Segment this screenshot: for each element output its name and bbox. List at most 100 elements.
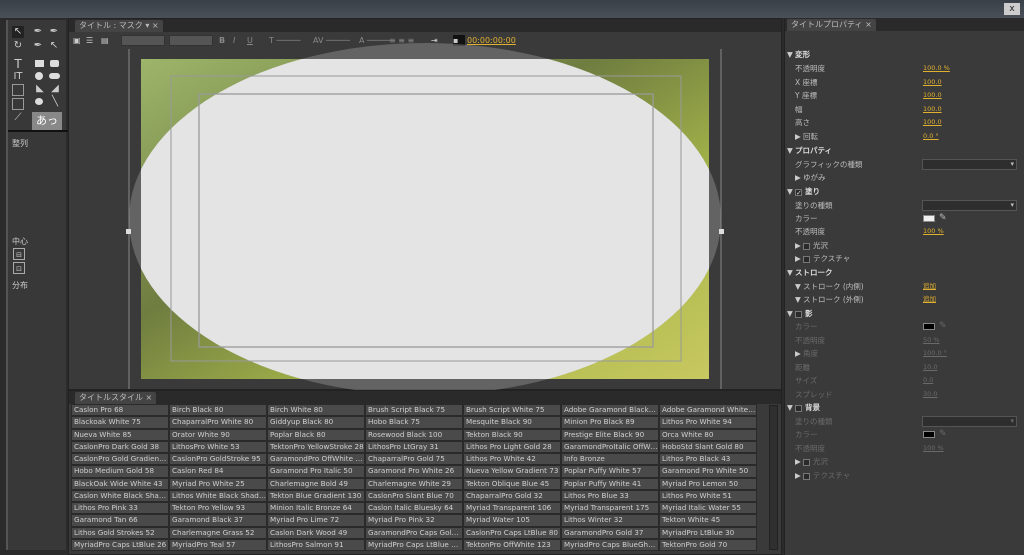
style-swatch[interactable]: MyriadPro Caps BlueGhos... — [561, 538, 659, 551]
style-swatch[interactable]: Garamond Tan 66 — [71, 514, 169, 527]
property-value[interactable]: 100.0 ° — [923, 347, 947, 360]
style-swatch[interactable]: Brush Script White 75 — [463, 404, 561, 417]
color-swatch[interactable] — [923, 323, 935, 330]
center-vertical-icon[interactable]: ⊡ — [13, 262, 25, 274]
style-swatch[interactable]: CaslonPro GoldStroke 95 — [169, 453, 267, 466]
resize-handle-right[interactable] — [719, 229, 724, 234]
property-value[interactable]: 100.0 — [923, 116, 942, 129]
style-swatch[interactable]: Myriad Pro Pink 32 — [365, 514, 463, 527]
expand-right-icon[interactable]: ▶ — [795, 171, 803, 184]
ellipse-tool-icon[interactable] — [35, 72, 43, 80]
style-swatch[interactable]: Nueva Yellow Gradient 73 — [463, 465, 561, 478]
color-swatch[interactable] — [923, 431, 935, 438]
style-swatch[interactable]: Caslon White Black Shado... — [71, 489, 169, 502]
rounded-rectangle-tool-icon[interactable] — [50, 60, 59, 67]
style-swatch[interactable]: Lithos Pro Pink 33 — [71, 502, 169, 515]
expand-down-icon[interactable]: ▼ — [795, 293, 803, 306]
style-swatch[interactable]: Hobo Medium Gold 58 — [71, 465, 169, 478]
rounded-corner-tool-icon[interactable] — [49, 73, 60, 79]
style-swatch[interactable]: Lithos Gold Strokes 52 — [71, 526, 169, 539]
style-swatch[interactable]: Tekton Black 90 — [463, 428, 561, 441]
style-swatch[interactable]: ChaparralPro Gold 32 — [463, 489, 561, 502]
style-swatch[interactable]: Garamond Pro White 26 — [365, 465, 463, 478]
vertical-text-tool-icon[interactable]: IT — [12, 71, 24, 83]
style-swatch[interactable]: Myriad Pro Lemon 50 — [659, 477, 757, 490]
expand-right-icon[interactable]: ▶ — [795, 239, 803, 252]
style-swatch[interactable]: HoboStd Slant Gold 80 — [659, 440, 757, 453]
vertical-area-text-icon[interactable] — [12, 98, 24, 110]
tab-title-properties[interactable]: タイトルプロパティ × — [787, 19, 876, 31]
style-swatch[interactable]: Charlemagne Grass 52 — [169, 526, 267, 539]
style-swatch[interactable]: CaslonPro Gold Gradient ... — [71, 453, 169, 466]
rectangle-tool-icon[interactable] — [35, 60, 44, 67]
checkbox[interactable]: ✓ — [795, 188, 802, 196]
style-swatch[interactable]: CaslonPro Caps LtBlue 80 — [463, 526, 561, 539]
style-swatch[interactable]: Lithos Pro White 51 — [659, 489, 757, 502]
style-swatch[interactable]: Birch Black 80 — [169, 404, 267, 417]
style-swatch[interactable]: Garamond Pro Italic 50 — [267, 465, 365, 478]
style-swatch[interactable]: Myriad Pro Lime 72 — [267, 514, 365, 527]
style-swatch[interactable]: Lithos Pro White 94 — [659, 416, 757, 429]
style-swatch[interactable]: GaramondPro OffWhite 28 — [267, 453, 365, 466]
style-swatch[interactable]: Birch White 80 — [267, 404, 365, 417]
style-swatch[interactable]: Caslon Pro 68 — [71, 404, 169, 417]
checkbox[interactable] — [803, 458, 810, 466]
style-swatch[interactable]: Minion Italic Bronze 64 — [267, 502, 365, 515]
property-value[interactable]: 追加 — [923, 280, 936, 293]
dropdown-select[interactable]: ▾ — [922, 159, 1017, 170]
expand-down-icon[interactable]: ▼ — [787, 185, 795, 198]
property-value[interactable]: 100.0 % — [923, 62, 950, 75]
style-swatch[interactable]: Lithos Pro Blue 33 — [561, 489, 659, 502]
style-swatch[interactable]: MyriadPro LtBlue 30 — [659, 526, 757, 539]
area-text-tool-icon[interactable] — [12, 84, 24, 96]
expand-right-icon[interactable]: ▶ — [795, 252, 803, 265]
checkbox[interactable] — [803, 255, 810, 263]
property-value[interactable]: 0.0 ° — [923, 130, 939, 143]
expand-down-icon[interactable]: ▼ — [787, 401, 795, 414]
style-swatch[interactable]: Adobe Garamond White 90 — [659, 404, 757, 417]
style-swatch[interactable]: Adobe Garamond Black 90 — [561, 404, 659, 417]
resize-handle-left[interactable] — [126, 229, 131, 234]
rotation-tool-icon[interactable]: ↻ — [12, 40, 24, 52]
style-swatch[interactable]: Nueva White 85 — [71, 428, 169, 441]
eyedropper-icon[interactable]: ✎ — [939, 428, 947, 441]
style-swatch[interactable]: Brush Script Black 75 — [365, 404, 463, 417]
ellipse-small-tool-icon[interactable] — [35, 98, 43, 105]
style-swatch[interactable]: Tekton Blue Gradient 130 — [267, 489, 365, 502]
style-swatch[interactable]: Caslon Italic Bluesky 64 — [365, 502, 463, 515]
expand-down-icon[interactable]: ▼ — [787, 307, 795, 320]
style-swatch[interactable]: Giddyup Black 80 — [267, 416, 365, 429]
style-swatch[interactable]: BlackOak Wide White 43 — [71, 477, 169, 490]
style-swatch[interactable]: ChaparralPro Gold 75 — [365, 453, 463, 466]
style-swatch[interactable]: Charlemagne White 29 — [365, 477, 463, 490]
style-swatch[interactable]: Minion Pro Black 89 — [561, 416, 659, 429]
style-swatch[interactable]: Myriad Italic Water 55 — [659, 502, 757, 515]
checkbox[interactable] — [795, 310, 802, 318]
style-swatch[interactable]: LithosPro LtGray 31 — [365, 440, 463, 453]
checkbox[interactable] — [795, 404, 802, 412]
property-value[interactable]: 100 % — [923, 225, 944, 238]
style-swatch[interactable]: MyriadPro Teal 57 — [169, 538, 267, 551]
style-swatch[interactable]: Lithos Pro White 42 — [463, 453, 561, 466]
style-swatch[interactable]: Myriad Transparent 175 — [561, 502, 659, 515]
style-swatch[interactable]: ChaparralPro White 80 — [169, 416, 267, 429]
tab-title-styles[interactable]: タイトルスタイル × — [75, 392, 157, 404]
style-swatch[interactable]: Caslon Red 84 — [169, 465, 267, 478]
arc-tool-icon[interactable]: ◢ — [49, 83, 61, 95]
style-swatch[interactable]: CaslonPro Slant Blue 70 — [365, 489, 463, 502]
property-value[interactable]: 追加 — [923, 293, 936, 306]
expand-right-icon[interactable]: ▶ — [795, 455, 803, 468]
style-swatch[interactable]: Lithos Pro Light Gold 28 — [463, 440, 561, 453]
style-swatch[interactable]: GaramondPro Gold 37 — [561, 526, 659, 539]
style-swatch[interactable]: Rosewood Black 100 — [365, 428, 463, 441]
property-value[interactable]: 0.0 — [923, 374, 933, 387]
style-swatch[interactable]: Caslon Dark Wood 49 — [267, 526, 365, 539]
property-value[interactable]: 10.0 — [923, 361, 937, 374]
style-swatch[interactable]: Tekton Oblique Blue 45 — [463, 477, 561, 490]
wedge-tool-icon[interactable]: ◣ — [34, 83, 46, 95]
expand-down-icon[interactable]: ▼ — [787, 266, 795, 279]
styles-scrollbar[interactable] — [769, 405, 778, 550]
style-swatch[interactable]: Info Bronze — [561, 453, 659, 466]
text-tool-icon[interactable]: T — [12, 58, 24, 70]
expand-down-icon[interactable]: ▼ — [787, 144, 795, 157]
